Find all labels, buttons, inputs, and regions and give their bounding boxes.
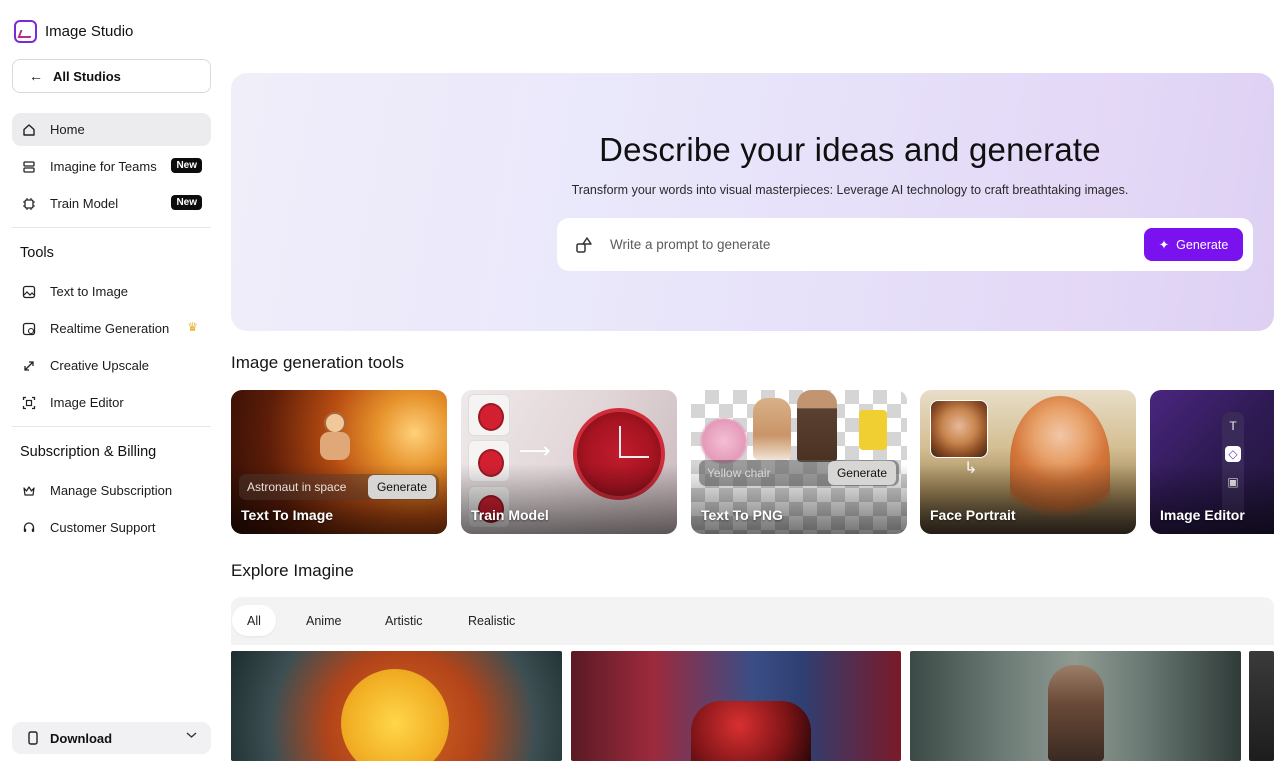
card-prompt: Yellow chair Generate (699, 460, 899, 486)
explore-image[interactable] (231, 651, 562, 761)
moon-illustration (341, 669, 449, 761)
arrow-right-icon: ⟶ (519, 438, 551, 463)
headset-icon (22, 521, 36, 535)
phone-icon (26, 731, 40, 745)
man-illustration (797, 390, 837, 462)
flower-illustration (697, 418, 751, 464)
hero-banner: Describe your ideas and generate Transfo… (231, 73, 1274, 331)
sidebar-item-label: Home (50, 122, 85, 137)
all-studios-button[interactable]: ← All Studios (12, 59, 211, 93)
home-icon (22, 123, 36, 137)
tool-card-label: Train Model (471, 507, 549, 523)
arrow-left-icon: ← (29, 68, 43, 84)
image-icon (22, 285, 36, 299)
prompt-input[interactable] (610, 232, 1130, 256)
tool-card-label: Text To PNG (701, 507, 783, 523)
vr-headset-illustration (691, 701, 811, 761)
card-prompt-text: Yellow chair (707, 466, 771, 480)
brand[interactable]: Image Studio (14, 20, 133, 43)
tools-heading: Image generation tools (231, 353, 404, 372)
realtime-icon (22, 322, 36, 336)
explore-image[interactable] (910, 651, 1241, 761)
chip-icon (22, 197, 36, 211)
sidebar-item-label: Train Model (50, 196, 119, 211)
card-generate-button[interactable]: Generate (367, 475, 436, 499)
tools-section-title: Tools (20, 245, 54, 261)
explore-filter-bar: All Anime Artistic Realistic (231, 597, 1274, 645)
image-studio-logo-icon (14, 20, 37, 43)
tool-card-text-to-png[interactable]: Yellow chair Generate Text To PNG (691, 390, 907, 534)
shapes-tool-icon: ◇ (1225, 446, 1241, 462)
billing-section-title: Subscription & Billing (20, 444, 157, 460)
new-badge: New (171, 195, 202, 210)
cat-illustration (753, 398, 791, 460)
sparkle-icon: ✦ (1158, 238, 1170, 252)
sidebar-item-label: Image Editor (50, 395, 124, 410)
tool-card-label: Face Portrait (930, 507, 1016, 523)
watch-thumbnail (468, 394, 510, 436)
sidebar-item-label: Imagine for Teams (50, 159, 157, 174)
card-generate-button[interactable]: Generate (827, 461, 896, 485)
tool-card-train-model[interactable]: ⟶ Train Model (461, 390, 677, 534)
explore-image[interactable] (1249, 651, 1274, 761)
new-badge: New (171, 158, 202, 173)
sidebar-item-label: Manage Subscription (50, 483, 173, 498)
crown-outline-icon (22, 484, 36, 498)
sidebar-item-home[interactable]: Home (12, 113, 211, 146)
sidebar-item-creative-upscale[interactable]: Creative Upscale (12, 349, 211, 382)
generate-button[interactable]: ✦ Generate (1144, 228, 1243, 261)
prompt-box: ✦ Generate (557, 218, 1253, 271)
sidebar-item-label: Creative Upscale (50, 358, 149, 373)
sidebar-item-train-model[interactable]: Train Model New (12, 187, 211, 220)
sidebar-divider (12, 227, 211, 228)
elf-figure-illustration (1048, 665, 1104, 761)
sidebar-item-manage-subscription[interactable]: Manage Subscription (12, 474, 211, 507)
hero-subtitle: Transform your words into visual masterp… (571, 183, 1129, 197)
text-tool-icon: T (1229, 419, 1237, 433)
explore-heading: Explore Imagine (231, 561, 354, 580)
explore-image[interactable] (571, 651, 901, 761)
sidebar-item-label: Realtime Generation (50, 321, 170, 336)
tool-card-face-portrait[interactable]: ↳ Face Portrait (920, 390, 1136, 534)
face-thumbnail (930, 400, 988, 458)
astronaut-illustration (316, 412, 356, 470)
tool-card-label: Image Editor (1160, 507, 1245, 523)
sidebar-item-realtime-generation[interactable]: Realtime Generation ♛ (12, 312, 211, 345)
sidebar-item-customer-support[interactable]: Customer Support (12, 511, 211, 544)
hero-title: Describe your ideas and generate (599, 131, 1101, 168)
brand-name: Image Studio (45, 23, 134, 40)
chevron-down-icon (186, 730, 197, 742)
sidebar-item-imagine-for-teams[interactable]: Imagine for Teams New (12, 150, 211, 183)
sidebar-item-image-editor[interactable]: Image Editor (12, 386, 211, 419)
card-prompt: Astronaut in space Generate (239, 474, 439, 500)
generate-label: Generate (1176, 237, 1229, 252)
sidebar-item-label: Customer Support (50, 520, 156, 535)
tool-card-text-to-image[interactable]: Astronaut in space Generate Text To Imag… (231, 390, 447, 534)
card-prompt-text: Astronaut in space (247, 480, 347, 494)
download-label: Download (50, 730, 113, 746)
filter-chip-realistic[interactable]: Realistic (453, 605, 530, 636)
download-button[interactable]: Download (12, 722, 211, 754)
all-studios-label: All Studios (53, 68, 121, 84)
chair-illustration (859, 410, 887, 450)
tool-card-image-editor[interactable]: T ◇ ▣ Image Editor (1150, 390, 1274, 534)
filter-chip-artistic[interactable]: Artistic (370, 605, 438, 636)
filter-chip-all[interactable]: All (232, 605, 276, 636)
sidebar-divider (12, 426, 211, 427)
sidebar: Image Studio ← All Studios Home Imagine … (0, 0, 224, 761)
crown-icon: ♛ (187, 320, 198, 334)
expand-icon (22, 359, 36, 373)
tool-card-label: Text To Image (241, 507, 334, 523)
filter-chip-anime[interactable]: Anime (291, 605, 356, 636)
sidebar-item-text-to-image[interactable]: Text to Image (12, 275, 211, 308)
editor-icon (22, 396, 36, 410)
sidebar-item-label: Text to Image (50, 284, 129, 299)
teams-icon (22, 160, 36, 174)
shapes-icon[interactable] (575, 236, 593, 259)
